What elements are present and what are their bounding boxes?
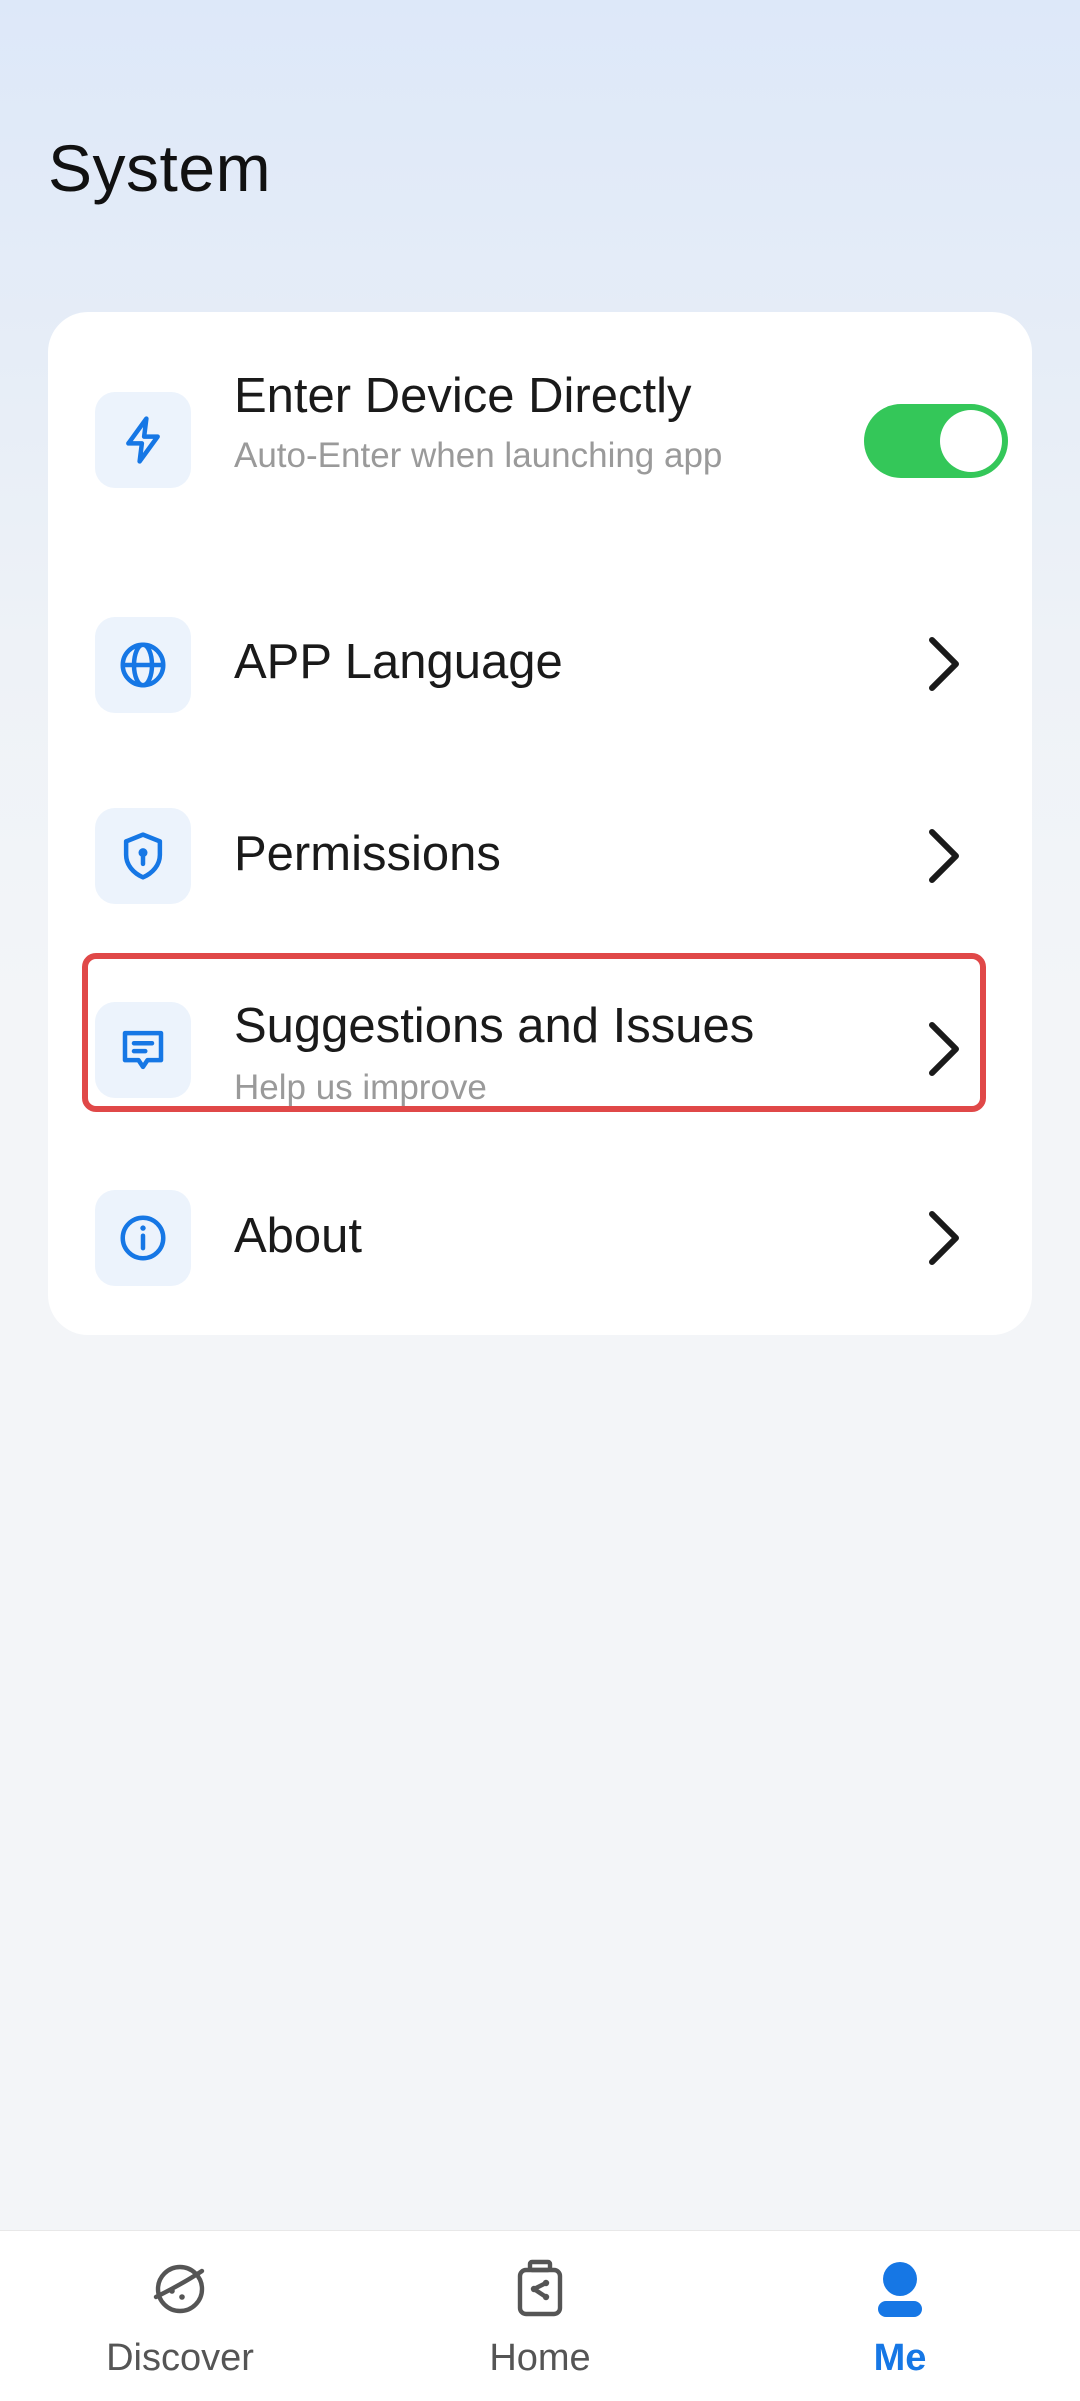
chevron-right-icon <box>929 829 959 883</box>
discover-planet-icon <box>153 2264 205 2314</box>
setting-label: Suggestions and Issues <box>234 999 755 1053</box>
setting-permissions[interactable]: Permissions <box>48 752 1032 942</box>
tab-label: Me <box>873 2337 927 2379</box>
chevron-right-icon <box>929 1211 959 1265</box>
enter-device-toggle[interactable] <box>864 404 1008 478</box>
setting-label: APP Language <box>234 635 563 689</box>
bottom-tab-bar: Discover Home Me <box>0 2230 1080 2401</box>
home-device-icon <box>517 2259 563 2317</box>
setting-label: About <box>234 1209 363 1263</box>
chevron-right-icon <box>929 1022 959 1076</box>
tab-me[interactable]: Me <box>720 2231 1080 2401</box>
settings-card: Enter Device Directly Auto-Enter when la… <box>48 312 1032 1335</box>
lightning-icon <box>95 392 191 488</box>
tab-discover[interactable]: Discover <box>0 2231 360 2401</box>
setting-suggestions-and-issues[interactable]: Suggestions and Issues Help us improve <box>48 942 1032 1142</box>
setting-about[interactable]: About <box>48 1142 1032 1335</box>
setting-enter-device-directly[interactable]: Enter Device Directly Auto-Enter when la… <box>48 312 1032 562</box>
setting-app-language[interactable]: APP Language <box>48 562 1032 752</box>
setting-sublabel: Auto-Enter when launching app <box>234 436 723 475</box>
info-icon <box>95 1190 191 1286</box>
setting-label: Permissions <box>234 827 501 881</box>
page-title: System <box>48 131 272 205</box>
tab-label: Discover <box>106 2337 254 2379</box>
tab-label: Home <box>489 2337 591 2379</box>
user-icon <box>878 2262 922 2317</box>
feedback-message-icon <box>95 1002 191 1098</box>
shield-icon <box>95 808 191 904</box>
chevron-right-icon <box>929 637 959 691</box>
globe-icon <box>95 617 191 713</box>
toggle-knob <box>940 410 1002 472</box>
setting-sublabel: Help us improve <box>234 1068 487 1107</box>
tab-home[interactable]: Home <box>360 2231 720 2401</box>
setting-label: Enter Device Directly <box>234 369 692 423</box>
